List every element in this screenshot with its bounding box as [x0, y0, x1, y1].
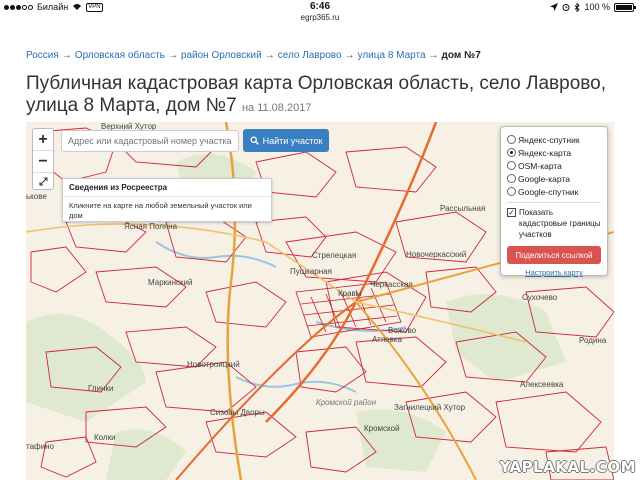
- breadcrumb-separator: →: [167, 50, 178, 61]
- share-link-button[interactable]: Поделиться ссылкой: [507, 246, 601, 264]
- cadastral-map[interactable]: Верхний Хутор Ясная Поляна ькове Маркинс…: [26, 122, 614, 480]
- radio-button[interactable]: [507, 187, 516, 196]
- map-label: Кромской район: [316, 398, 377, 407]
- zoom-in-button[interactable]: +: [33, 129, 53, 151]
- info-panel-body: Кликните на карте на любой земельный уча…: [69, 201, 252, 220]
- status-right: 100 %: [550, 2, 636, 12]
- battery-icon: [614, 2, 636, 12]
- map-label: Сизовы Дворы: [210, 408, 265, 417]
- map-label: Глинки: [88, 384, 114, 393]
- layer-option-osm-map[interactable]: OSM-карта: [507, 159, 601, 172]
- breadcrumb-separator: →: [344, 50, 355, 61]
- map-label: Пушкарная: [290, 267, 332, 276]
- info-panel: Сведения из Росреестра Кликните на карте…: [62, 178, 272, 222]
- layer-option-label: Яндекс-спутник: [518, 134, 580, 145]
- breadcrumb-link-street[interactable]: улица 8 Марта: [358, 50, 426, 61]
- map-label: Новочеркасский: [406, 250, 467, 259]
- map-label: Кравы: [338, 289, 362, 298]
- checkbox-checked[interactable]: ✓: [507, 208, 516, 217]
- alarm-icon: [562, 4, 570, 11]
- map-label: Новотроицкий: [187, 360, 240, 369]
- layer-option-label: Google-спутник: [518, 186, 579, 197]
- divider: [507, 202, 601, 203]
- map-label: тафино: [26, 442, 54, 451]
- breadcrumb-current: дом №7: [441, 50, 481, 61]
- location-arrow-icon: [550, 3, 559, 11]
- breadcrumb-separator: →: [61, 50, 72, 61]
- breadcrumb-separator: →: [264, 50, 275, 61]
- clock: 6:46: [309, 1, 330, 12]
- map-label: Стрелецкая: [312, 251, 357, 260]
- find-parcel-button[interactable]: Найти участок: [243, 129, 329, 152]
- radio-button[interactable]: [507, 135, 516, 144]
- page-title-text: Публичная кадастровая карта Орловская об…: [26, 73, 606, 116]
- layer-option-google-map[interactable]: Google-карта: [507, 172, 601, 185]
- search-input[interactable]: [61, 130, 239, 152]
- battery-fill: [616, 4, 632, 10]
- map-label: Маркинский: [148, 278, 193, 287]
- page-title: Публичная кадастровая карта Орловская об…: [26, 73, 626, 119]
- fullscreen-button[interactable]: [33, 173, 53, 189]
- layer-switcher: Яндекс-спутник Яндекс-карта OSM-карта Go…: [500, 126, 608, 277]
- cadastral-borders-label: Показать кадастровые границы участков: [519, 208, 601, 239]
- map-label: Рассыльная: [440, 204, 486, 213]
- bluetooth-icon: [575, 2, 581, 12]
- map-label: Родина: [579, 336, 607, 345]
- radio-button[interactable]: [507, 161, 516, 170]
- page-date: на 11.08.2017: [241, 102, 312, 114]
- breadcrumb-link-country[interactable]: Россия: [26, 50, 59, 61]
- layer-option-label: Яндекс-карта: [518, 147, 572, 158]
- map-label: ькове: [26, 192, 47, 201]
- radio-button[interactable]: [507, 174, 516, 183]
- find-parcel-label: Найти участок: [262, 135, 323, 146]
- info-panel-title: Сведения из Росреестра: [63, 179, 271, 197]
- layer-option-yandex-satellite[interactable]: Яндекс-спутник: [507, 133, 601, 146]
- breadcrumb-separator: →: [428, 50, 439, 61]
- breadcrumb: Россия → Орловская область → район Орловский…: [26, 50, 481, 61]
- radio-button-selected[interactable]: [507, 148, 516, 157]
- layer-option-label: OSM-карта: [518, 160, 562, 171]
- map-label: Атяевка: [372, 335, 402, 344]
- layer-option-label: Google-карта: [518, 173, 570, 184]
- map-label: Вожово: [388, 326, 417, 335]
- status-bar: Билайн VPN 6:46 100 %: [0, 0, 640, 14]
- layer-option-google-satellite[interactable]: Google-спутник: [507, 185, 601, 198]
- cadastral-borders-toggle[interactable]: ✓ Показать кадастровые границы участков: [507, 207, 601, 240]
- map-label: Алексеевка: [520, 380, 564, 389]
- breadcrumb-link-district[interactable]: район Орловский: [181, 50, 262, 61]
- search-icon: [250, 136, 259, 145]
- zoom-control: + −: [32, 128, 54, 190]
- battery-percent: 100 %: [584, 2, 610, 12]
- map-label: Кромской: [364, 424, 400, 433]
- zoom-out-button[interactable]: −: [33, 151, 53, 173]
- address-bar[interactable]: egrp365.ru: [0, 13, 640, 25]
- watermark: YAPLAKAL.COM: [499, 458, 636, 476]
- breadcrumb-link-region[interactable]: Орловская область: [75, 50, 165, 61]
- map-label: Сухочево: [522, 293, 558, 302]
- map-label: Колки: [94, 433, 116, 442]
- setup-map-link[interactable]: Настроить карту: [507, 268, 601, 277]
- map-label: Загнилецкий Хутор: [394, 403, 466, 412]
- fullscreen-icon: [39, 177, 47, 185]
- layer-option-yandex-map[interactable]: Яндекс-карта: [507, 146, 601, 159]
- breadcrumb-link-village[interactable]: село Лаврово: [278, 50, 342, 61]
- map-label: Черкасская: [370, 280, 413, 289]
